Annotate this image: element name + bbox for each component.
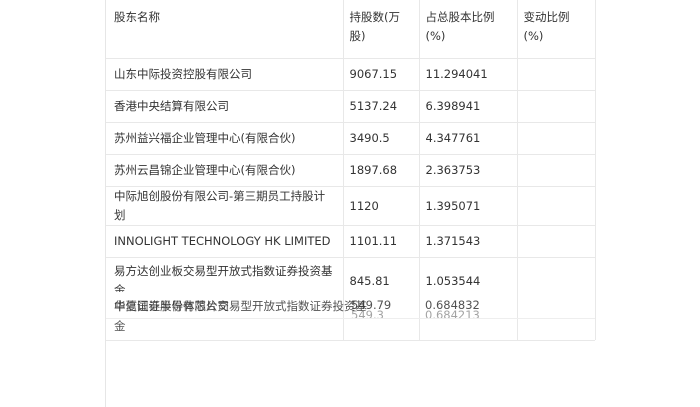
overlap-shares-b: 549.3 xyxy=(351,308,384,322)
cell-shares: 5137.24 xyxy=(343,90,420,123)
cell-change xyxy=(517,154,596,187)
header-name: 股东名称 xyxy=(106,0,344,59)
overlap-ratio-cell: 0.684832 0.684213 xyxy=(419,292,518,340)
cell-name: 苏州云昌锦企业管理中心(有限合伙) xyxy=(106,154,344,187)
cell-change xyxy=(517,122,596,155)
cell-change xyxy=(517,225,596,258)
overlap-ratio-b: 0.684213 xyxy=(425,308,480,322)
cell-name: INNOLIGHT TECHNOLOGY HK LIMITED xyxy=(106,225,344,258)
cell-name: 苏州益兴福企业管理中心(有限合伙) xyxy=(106,122,344,155)
table-row: 中际旭创股份有限公司-第三期员工持股计划 1120 1.395071 xyxy=(106,186,596,226)
table-row: 山东中际投资控股有限公司 9067.15 11.294041 xyxy=(106,58,596,91)
header-change: 变动比例(%) xyxy=(517,0,596,59)
cell-ratio: 4.347761 xyxy=(419,122,518,155)
cell-ratio: 6.398941 xyxy=(419,90,518,123)
cell-ratio: 1.395071 xyxy=(419,186,518,226)
cell-shares: 1120 xyxy=(343,186,420,226)
cell-shares: 1101.11 xyxy=(343,225,420,258)
cell-shares: 1897.68 xyxy=(343,154,420,187)
cell-ratio: 1.371543 xyxy=(419,225,518,258)
cell-change xyxy=(517,58,596,91)
table-row: 香港中央结算有限公司 5137.24 6.398941 xyxy=(106,90,596,123)
header-ratio: 占总股本比例(%) xyxy=(419,0,518,59)
header-shares: 持股数(万股) xyxy=(343,0,420,59)
row-divider xyxy=(106,318,595,319)
overlap-change-cell xyxy=(517,292,596,340)
cell-change xyxy=(517,90,596,123)
cell-ratio: 2.363753 xyxy=(419,154,518,187)
overlap-name-b: 华夏国证半导体芯片交易型开放式指数证券投资基 xyxy=(114,299,367,313)
cell-name: 山东中际投资控股有限公司 xyxy=(106,58,344,91)
shareholders-table: 股东名称 持股数(万股) 占总股本比例(%) 变动比例(%) 山东中际投资控股有… xyxy=(106,0,596,305)
table-row: INNOLIGHT TECHNOLOGY HK LIMITED 1101.11 … xyxy=(106,225,596,258)
overlapping-table-rows: 中信证券股份有限公司 华夏国证半导体芯片交易型开放式指数证券投资基 金 549.… xyxy=(106,292,596,341)
cell-change xyxy=(517,186,596,226)
cell-ratio: 11.294041 xyxy=(419,58,518,91)
cell-name: 中际旭创股份有限公司-第三期员工持股计划 xyxy=(106,186,344,226)
cell-name: 香港中央结算有限公司 xyxy=(106,90,344,123)
overlap-shares-cell: 549.79 549.3 xyxy=(343,292,420,340)
cell-shares: 3490.5 xyxy=(343,122,420,155)
overlap-name-cell: 中信证券股份有限公司 华夏国证半导体芯片交易型开放式指数证券投资基 金 xyxy=(106,292,367,340)
table-row: 苏州益兴福企业管理中心(有限合伙) 3490.5 4.347761 xyxy=(106,122,596,155)
table-header-row: 股东名称 持股数(万股) 占总股本比例(%) 变动比例(%) xyxy=(106,0,596,59)
cell-shares: 9067.15 xyxy=(343,58,420,91)
overlap-name-c: 金 xyxy=(114,319,126,333)
table-row: 苏州云昌锦企业管理中心(有限合伙) 1897.68 2.363753 xyxy=(106,154,596,187)
